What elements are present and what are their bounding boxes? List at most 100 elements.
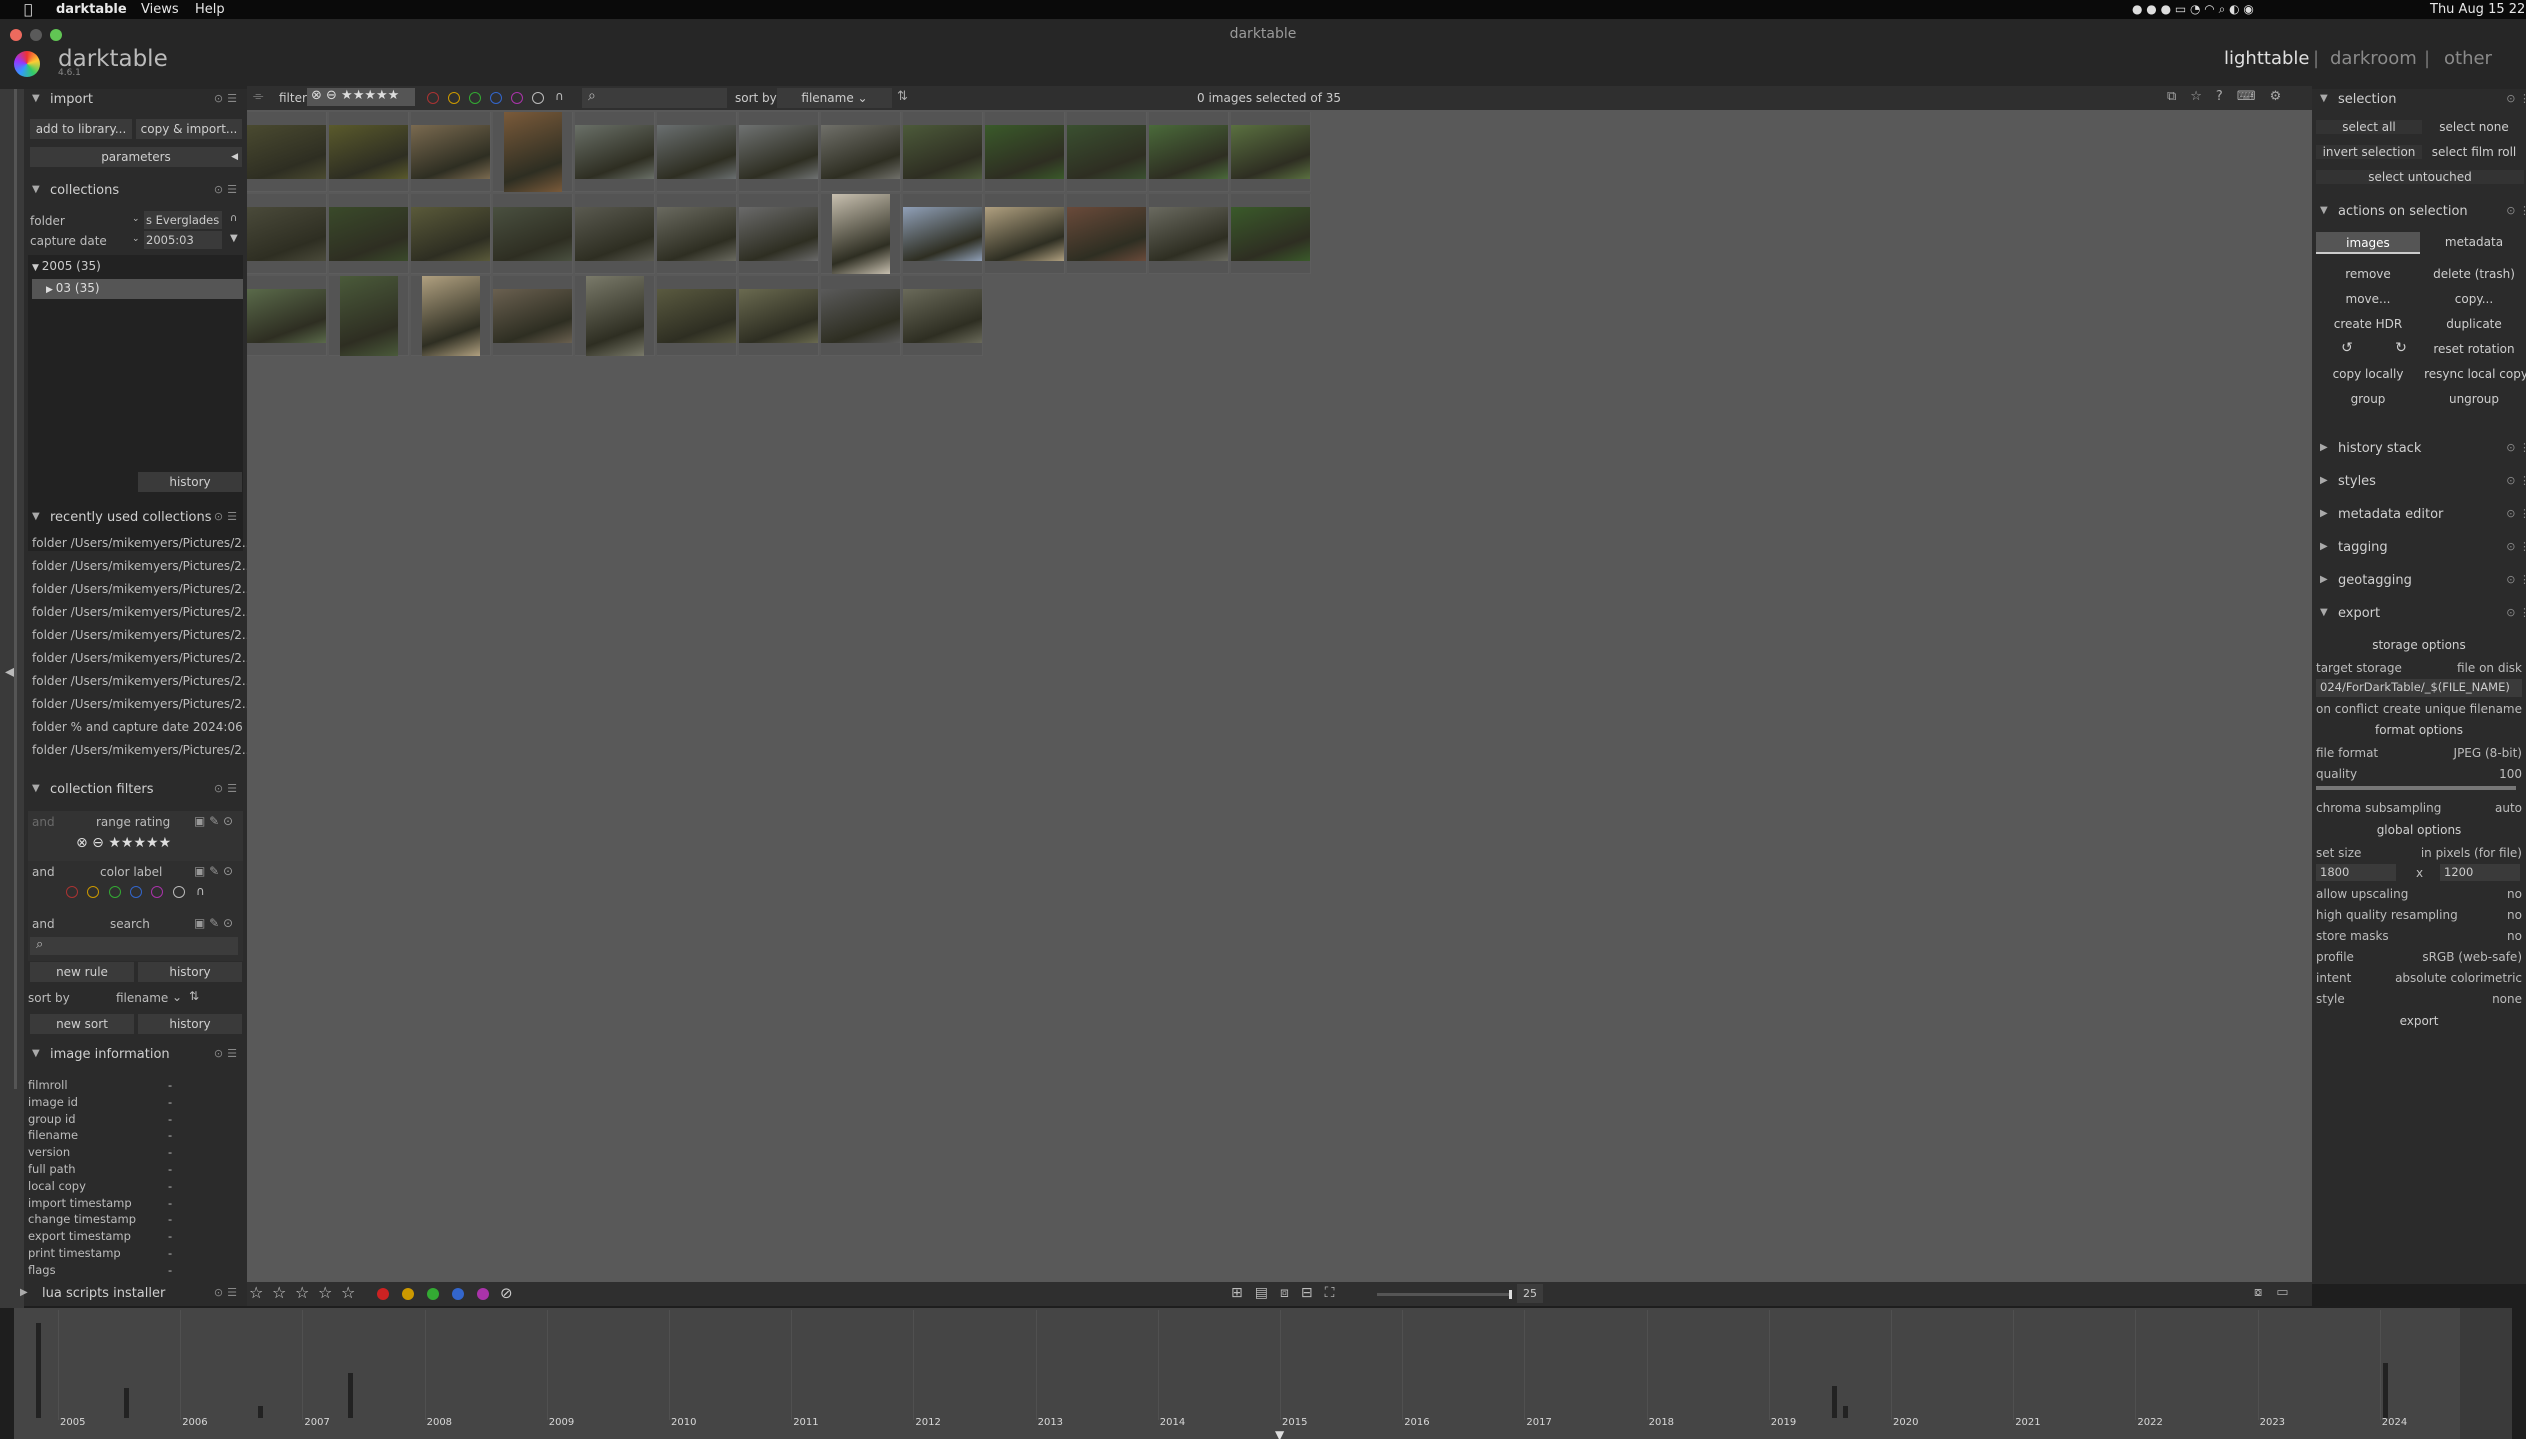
- zoom-value[interactable]: 25: [1517, 1284, 1543, 1303]
- display-icons[interactable]: ⧇▭: [2254, 1285, 2303, 1300]
- copy-button[interactable]: copy...: [2424, 292, 2524, 306]
- color-op-icon[interactable]: ∩: [555, 89, 564, 103]
- sort-order-icon[interactable]: ⇅: [189, 989, 199, 1003]
- thumbnail[interactable]: [657, 194, 737, 274]
- tree-item-03[interactable]: ▶ 03 (35): [32, 279, 243, 299]
- thumbnail[interactable]: [739, 112, 819, 192]
- copy-locally-button[interactable]: copy locally: [2316, 367, 2420, 381]
- export-button[interactable]: export: [2316, 1014, 2522, 1028]
- color-purple-icon[interactable]: [511, 92, 523, 104]
- copy-import-button[interactable]: copy & import...: [136, 119, 242, 139]
- clear-labels-icon[interactable]: ⊘: [500, 1284, 513, 1302]
- thumbnail[interactable]: [411, 275, 491, 356]
- move-button[interactable]: move...: [2316, 292, 2420, 306]
- thumbnail[interactable]: [739, 276, 819, 356]
- thumbnail[interactable]: [821, 112, 901, 192]
- module-icons[interactable]: ⊙ ⋮: [2506, 441, 2526, 454]
- module-imageinfo-header[interactable]: ▼ image information ⊙☰: [24, 1044, 247, 1066]
- ungroup-button[interactable]: ungroup: [2424, 392, 2524, 406]
- select-untouched-button[interactable]: select untouched: [2316, 170, 2524, 184]
- star-5-icon[interactable]: ☆: [341, 1283, 355, 1302]
- thumbnail[interactable]: [821, 193, 901, 274]
- delete-button[interactable]: delete (trash): [2424, 267, 2524, 281]
- menu-app[interactable]: darktable: [56, 2, 127, 17]
- thumbnail[interactable]: [493, 276, 573, 356]
- filter-rule-icons[interactable]: ▣ ✎ ⊙: [194, 916, 233, 930]
- select-all-button[interactable]: select all: [2316, 120, 2422, 134]
- thumbnail[interactable]: [1231, 194, 1311, 274]
- remove-button[interactable]: remove: [2316, 267, 2420, 281]
- tab-metadata[interactable]: metadata: [2424, 235, 2524, 249]
- zoom-slider-handle[interactable]: [1509, 1290, 1512, 1299]
- color-yellow-icon[interactable]: [448, 92, 460, 104]
- filters-history-button[interactable]: history: [138, 962, 242, 982]
- view-darkroom[interactable]: darkroom: [2330, 48, 2417, 69]
- recent-collection-item[interactable]: folder /Users/mikemyers/Pictures/2...: [32, 674, 247, 688]
- recent-collection-item[interactable]: folder /Users/mikemyers/Pictures/2...: [32, 651, 247, 665]
- recent-collection-item[interactable]: folder /Users/mikemyers/Pictures/2...: [32, 605, 247, 619]
- rule2-value[interactable]: 2005:03: [144, 231, 222, 249]
- color-none-icon[interactable]: [532, 92, 544, 104]
- module-icons[interactable]: ⊙ ⋮: [2506, 540, 2526, 553]
- chevron-down-icon[interactable]: ⌄: [132, 214, 140, 224]
- thumbnail[interactable]: [821, 276, 901, 356]
- sort-history-button[interactable]: history: [138, 1014, 242, 1034]
- thumbnail[interactable]: [411, 194, 491, 274]
- module-icons[interactable]: ⊙☰: [214, 1286, 241, 1299]
- color-green-icon[interactable]: [469, 92, 481, 104]
- select-none-button[interactable]: select none: [2424, 120, 2524, 134]
- thumbnail[interactable]: [1149, 112, 1229, 192]
- thumbnail[interactable]: [411, 112, 491, 192]
- thumbnail[interactable]: [903, 276, 983, 356]
- module-icons[interactable]: ⊙☰: [214, 1047, 241, 1060]
- rating-filter-stars[interactable]: ⊗ ⊖ ★★★★★: [307, 88, 415, 106]
- set-size-row[interactable]: set size in pixels (for file): [2316, 846, 2522, 860]
- chevron-down-icon[interactable]: ∩: [230, 213, 237, 224]
- target-storage-row[interactable]: target storage file on disk: [2316, 661, 2522, 675]
- recent-collection-item[interactable]: folder /Users/mikemyers/Pictures/2...: [32, 697, 247, 711]
- module-styles-header[interactable]: ▶ styles ⊙ ⋮: [2312, 471, 2526, 493]
- thumbnail[interactable]: [1067, 194, 1147, 274]
- module-recent-header[interactable]: ▼ recently used collections ⊙☰: [24, 507, 247, 529]
- invert-selection-button[interactable]: invert selection: [2316, 145, 2422, 159]
- timeline-cursor-icon[interactable]: ▼: [1275, 1428, 1284, 1439]
- zoom-slider[interactable]: [1377, 1290, 1512, 1299]
- star-3-icon[interactable]: ☆: [295, 1283, 309, 1302]
- module-selection-header[interactable]: ▼ selection ⊙ ⋮: [2312, 89, 2526, 111]
- duplicate-button[interactable]: duplicate: [2424, 317, 2524, 331]
- thumbnail[interactable]: [575, 112, 655, 192]
- star-2-icon[interactable]: ☆: [272, 1283, 286, 1302]
- module-icons[interactable]: ⊙☰: [214, 782, 241, 795]
- create-hdr-button[interactable]: create HDR: [2316, 317, 2420, 331]
- thumbnail[interactable]: [1231, 112, 1311, 192]
- style-row[interactable]: style none: [2316, 992, 2522, 1006]
- chevron-down-icon[interactable]: ⌄: [132, 234, 140, 244]
- module-icons[interactable]: ⊙☰: [214, 510, 241, 523]
- menu-views[interactable]: Views: [141, 2, 179, 17]
- resync-local-copy-button[interactable]: resync local copy: [2424, 367, 2526, 381]
- module-filters-header[interactable]: ▼ collection filters ⊙☰: [24, 779, 247, 801]
- view-lighttable[interactable]: lighttable: [2224, 48, 2309, 69]
- sort-field-select[interactable]: filename ⌄: [777, 88, 892, 108]
- module-icons[interactable]: ⊙ ⋮: [2506, 606, 2526, 619]
- chroma-subsampling-row[interactable]: chroma subsampling auto: [2316, 801, 2522, 815]
- new-sort-button[interactable]: new sort: [30, 1014, 134, 1034]
- chevron-down-icon[interactable]: ⌄: [172, 990, 182, 1004]
- sort-order-icon[interactable]: ⇅: [897, 89, 908, 104]
- module-actions-header[interactable]: ▼ actions on selection ⊙ ⋮: [2312, 201, 2526, 223]
- module-collections-header[interactable]: ▼ collections ⊙☰: [24, 180, 247, 202]
- recent-collection-item[interactable]: folder /Users/mikemyers/Pictures/2...: [32, 628, 247, 642]
- recent-collection-item[interactable]: folder /Users/mikemyers/Pictures/2...: [32, 743, 247, 757]
- recent-collection-item[interactable]: folder /Users/mikemyers/Pictures/2...: [32, 582, 247, 596]
- color-yellow-icon[interactable]: [87, 886, 99, 898]
- parameters-button[interactable]: parameters ◀: [30, 147, 242, 167]
- tab-images[interactable]: images: [2316, 232, 2420, 254]
- label-blue-icon[interactable]: [452, 1288, 464, 1300]
- profile-row[interactable]: profile sRGB (web-safe): [2316, 950, 2522, 964]
- filter-rule-icons[interactable]: ▣ ✎ ⊙: [194, 864, 233, 878]
- module-icons[interactable]: ⊙ ⋮: [2506, 573, 2526, 586]
- module-icons[interactable]: ⊙ ⋮: [2506, 507, 2526, 520]
- thumbnail[interactable]: [493, 111, 573, 192]
- module-history-stack-header[interactable]: ▶ history stack ⊙ ⋮: [2312, 438, 2526, 460]
- rotate-right-icon[interactable]: ↻: [2386, 340, 2416, 356]
